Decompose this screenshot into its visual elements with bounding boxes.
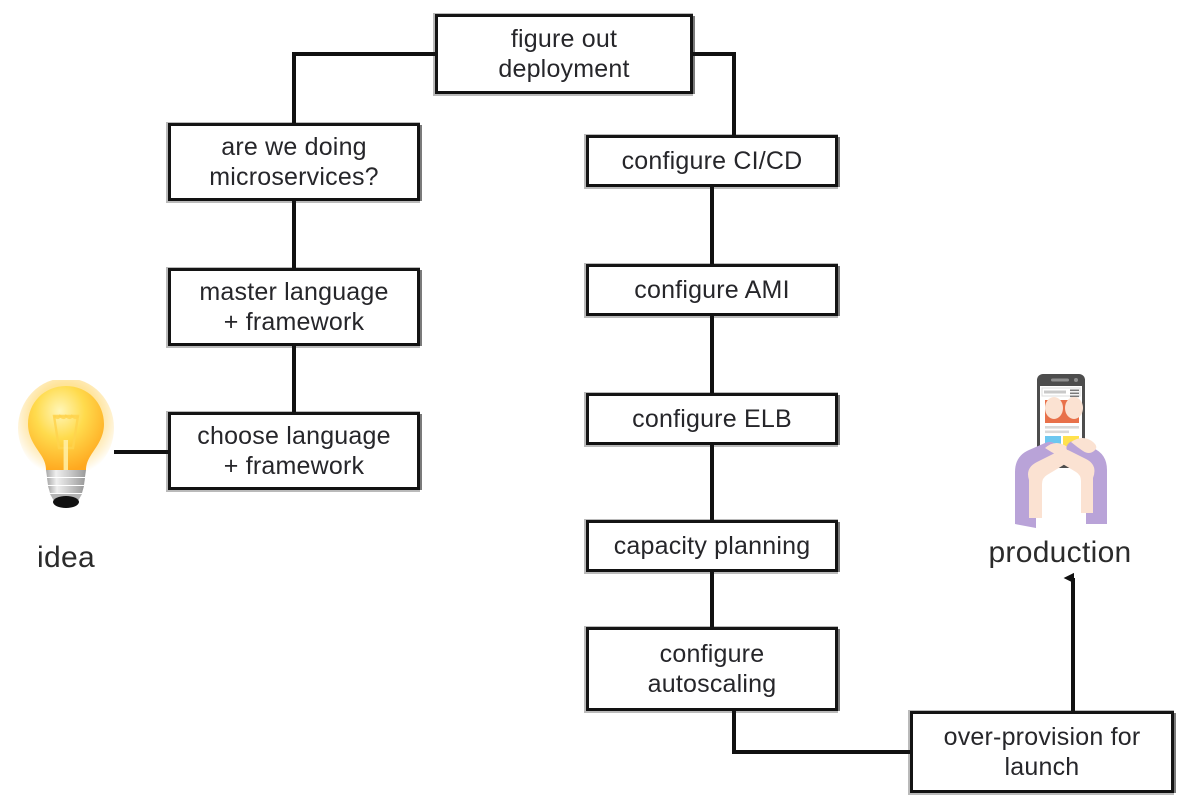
node-label: configure CI/CD xyxy=(621,146,803,175)
node-configure-autoscaling[interactable]: configure autoscaling xyxy=(584,626,840,713)
node-over-provision[interactable]: over-provision for launch xyxy=(908,710,1176,795)
node-configure-cicd[interactable]: configure CI/CD xyxy=(584,134,840,189)
connector-autoscaling-to-over-provision xyxy=(732,711,910,754)
connector-microservices-to-figure-out xyxy=(292,52,435,123)
node-choose-language[interactable]: choose language + framework xyxy=(166,411,422,492)
node-master-language[interactable]: master language + framework xyxy=(166,267,422,348)
node-label: capacity planning xyxy=(613,531,811,560)
endpoint-production: production xyxy=(975,368,1145,570)
node-configure-ami[interactable]: configure AMI xyxy=(584,263,840,318)
endpoint-idea: idea xyxy=(18,380,114,575)
diagram-canvas: idea production figure out deployment ar… xyxy=(0,0,1186,808)
node-label: figure out deployment xyxy=(498,24,630,84)
node-label: master language + framework xyxy=(199,277,389,337)
node-label: are we doing microservices? xyxy=(209,132,379,192)
connector-figure-out-to-cicd xyxy=(693,52,736,135)
node-are-we-doing-microservices[interactable]: are we doing microservices? xyxy=(166,122,422,203)
node-label: configure autoscaling xyxy=(647,639,777,699)
node-configure-elb[interactable]: configure ELB xyxy=(584,392,840,447)
node-figure-out-deployment[interactable]: figure out deployment xyxy=(433,13,695,96)
node-label: over-provision for launch xyxy=(943,722,1141,782)
lightbulb-icon xyxy=(18,380,114,508)
node-label: configure AMI xyxy=(634,275,790,304)
node-label: choose language + framework xyxy=(197,421,391,481)
node-label: configure ELB xyxy=(632,404,792,433)
endpoint-idea-caption: idea xyxy=(37,541,95,574)
endpoint-production-caption: production xyxy=(988,536,1132,569)
hands-holding-smartphone-icon xyxy=(1015,374,1107,528)
node-capacity-planning[interactable]: capacity planning xyxy=(584,519,840,574)
